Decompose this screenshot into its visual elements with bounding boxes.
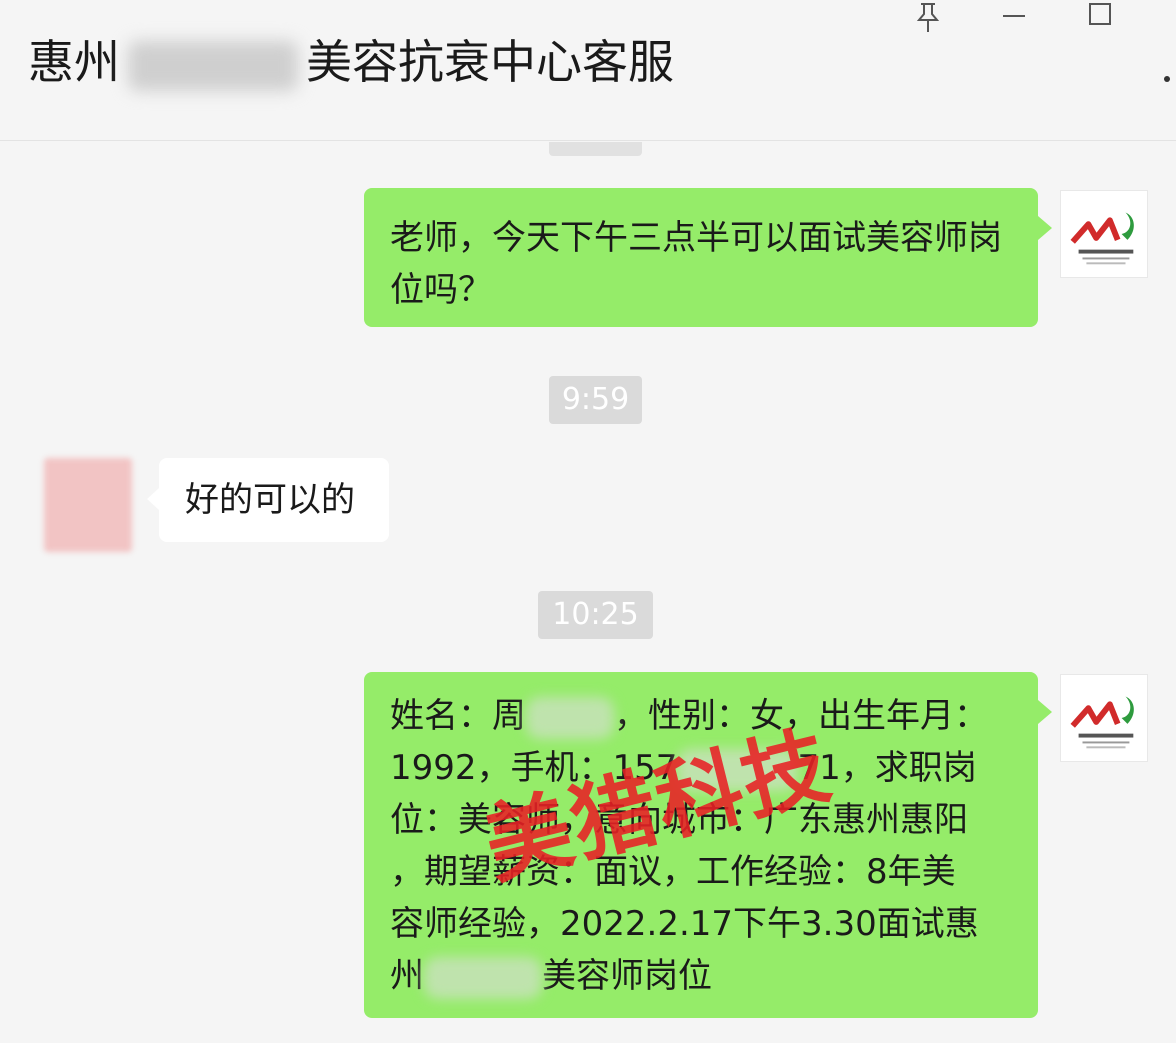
message-text-segment: 姓名：周	[390, 696, 526, 736]
brand-logo-icon	[1070, 696, 1134, 749]
message-text: 老师，今天下午三点半可以面试美容师岗位吗？	[390, 218, 1002, 310]
message-timestamp: 9:59	[549, 376, 642, 424]
pin-icon[interactable]	[908, 0, 948, 40]
chat-title-suffix: 美容抗衰中心客服	[306, 35, 674, 89]
maximize-icon[interactable]	[1080, 0, 1120, 40]
message-text-segment: 美容师岗位	[542, 956, 712, 996]
message-line: 州 美容师岗位	[390, 950, 1018, 1002]
redacted-name	[128, 40, 298, 91]
message-text-segment: 容师经验，2022.2.17下午3.30面试惠	[390, 904, 979, 944]
message-timestamp: 10:25	[538, 591, 653, 639]
brand-logo-icon	[1070, 212, 1134, 265]
previous-timestamp-peek	[549, 142, 642, 156]
message-bubble-sent[interactable]: 老师，今天下午三点半可以面试美容师岗位吗？	[364, 188, 1052, 327]
message-line: ，期望薪资：面议，工作经验：8年美	[390, 846, 1018, 898]
chat-title-prefix: 惠州	[28, 35, 120, 89]
more-icon[interactable]	[1164, 76, 1170, 82]
message-text-segment: 州	[390, 956, 424, 996]
message-bubble-received[interactable]: 好的可以的	[147, 458, 389, 542]
redacted-text	[526, 696, 614, 739]
minimize-icon[interactable]	[994, 0, 1034, 40]
message-text: 好的可以的	[185, 480, 355, 520]
contact-avatar[interactable]	[44, 458, 132, 552]
chat-title: 惠州 美容抗衰中心客服	[28, 30, 674, 94]
message-line: 容师经验，2022.2.17下午3.30面试惠	[390, 898, 1018, 950]
my-avatar[interactable]	[1060, 674, 1148, 762]
my-avatar[interactable]	[1060, 190, 1148, 278]
redacted-text	[424, 956, 542, 999]
chat-title-bar: 惠州 美容抗衰中心客服	[0, 0, 1176, 141]
